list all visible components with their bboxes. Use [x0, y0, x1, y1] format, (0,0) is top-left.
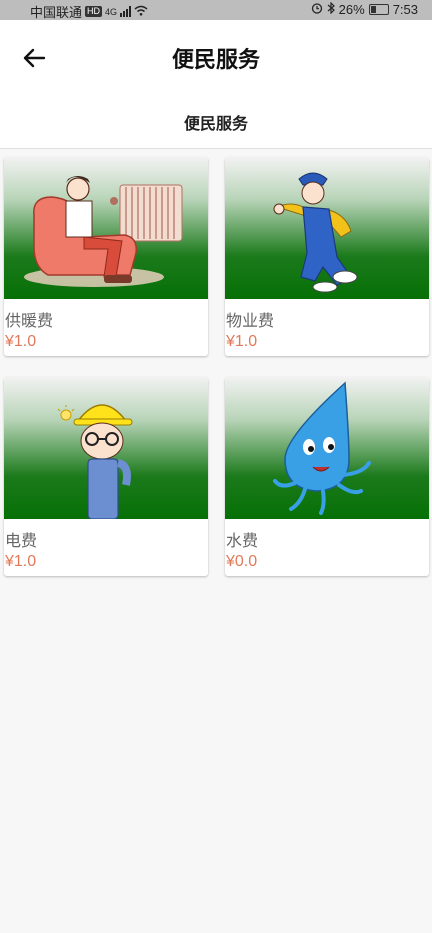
service-card-electricity[interactable]: 电费 ¥1.0	[4, 377, 208, 576]
page-title: 便民服务	[171, 47, 260, 72]
tab-bar: 便民服务	[0, 92, 432, 149]
service-card-property[interactable]: 物业费 ¥1.0	[225, 157, 429, 356]
service-name: 供暖费	[5, 313, 54, 330]
service-card-heating[interactable]: 供暖费 ¥1.0	[4, 157, 208, 356]
service-price: ¥1.0	[5, 333, 37, 350]
tab-bianmin-fuwu[interactable]: 便民服务	[0, 110, 432, 134]
service-price: ¥0.0	[226, 553, 258, 570]
status-bar: 中国联通 HD 4G 26% 7:53	[0, 0, 432, 20]
status-right: 26% 7:53	[311, 1, 418, 17]
heating-illustration	[4, 157, 208, 299]
network-type: 4G	[105, 6, 118, 17]
hd-badge: HD	[85, 6, 103, 17]
battery-percent: 26%	[338, 2, 365, 17]
wifi-icon	[134, 4, 148, 19]
service-card-water[interactable]: 水费 ¥0.0	[225, 377, 429, 576]
water-illustration	[225, 377, 429, 519]
electricity-illustration	[4, 377, 208, 519]
signal-icon	[120, 6, 132, 17]
service-name: 水费	[226, 533, 259, 550]
battery-icon	[368, 4, 389, 15]
bluetooth-icon	[327, 1, 335, 17]
alarm-icon	[311, 2, 323, 17]
property-illustration	[225, 157, 429, 299]
app-bar: 便民服务	[0, 20, 432, 92]
carrier-label: 中国联通	[30, 5, 83, 20]
clock: 7:53	[392, 2, 418, 17]
status-left: 中国联通 HD 4G	[30, 2, 148, 21]
service-name: 电费	[5, 533, 38, 550]
service-price: ¥1.0	[5, 553, 37, 570]
service-name: 物业费	[226, 313, 275, 330]
service-price: ¥1.0	[226, 333, 258, 350]
